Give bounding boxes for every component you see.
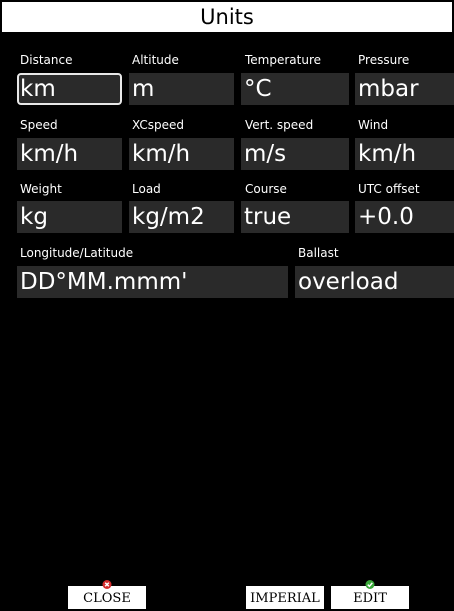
close-button[interactable]: CLOSE — [68, 580, 146, 609]
vert-speed-field[interactable]: m/s — [241, 138, 349, 170]
load-field[interactable]: kg/m2 — [129, 201, 234, 233]
edit-button[interactable]: EDIT — [331, 580, 409, 609]
vert-speed-label: Vert. speed — [245, 118, 314, 132]
wind-label: Wind — [358, 118, 389, 132]
pressure-field[interactable]: mbar — [355, 73, 454, 105]
temperature-field[interactable]: °C — [241, 73, 349, 105]
temperature-label: Temperature — [245, 53, 322, 67]
xcspeed-field[interactable]: km/h — [129, 138, 234, 170]
page-title: Units — [2, 2, 452, 32]
wind-field[interactable]: km/h — [355, 138, 454, 170]
weight-label: Weight — [20, 182, 62, 196]
speed-field[interactable]: km/h — [17, 138, 122, 170]
pressure-label: Pressure — [358, 53, 410, 67]
xcspeed-label: XCspeed — [132, 118, 184, 132]
longitude-latitude-label: Longitude/Latitude — [20, 246, 134, 260]
utc-offset-field[interactable]: +0.0 — [355, 201, 454, 233]
weight-field[interactable]: kg — [17, 201, 122, 233]
altitude-label: Altitude — [132, 53, 179, 67]
utc-offset-label: UTC offset — [358, 182, 420, 196]
course-label: Course — [245, 182, 287, 196]
distance-label: Distance — [20, 53, 73, 67]
close-button-label: CLOSE — [83, 591, 131, 606]
ballast-label: Ballast — [298, 246, 339, 260]
imperial-button[interactable]: IMPERIAL — [246, 586, 324, 609]
speed-label: Speed — [20, 118, 58, 132]
load-label: Load — [132, 182, 161, 196]
checkmark-icon — [365, 580, 375, 589]
imperial-button-label: IMPERIAL — [250, 591, 320, 606]
course-field[interactable]: true — [241, 201, 349, 233]
close-icon — [102, 580, 112, 589]
ballast-field[interactable]: overload — [295, 266, 454, 298]
longitude-latitude-field[interactable]: DD°MM.mmm' — [17, 266, 288, 298]
distance-field[interactable]: km — [17, 73, 122, 105]
altitude-field[interactable]: m — [129, 73, 234, 105]
edit-button-label: EDIT — [353, 591, 387, 606]
